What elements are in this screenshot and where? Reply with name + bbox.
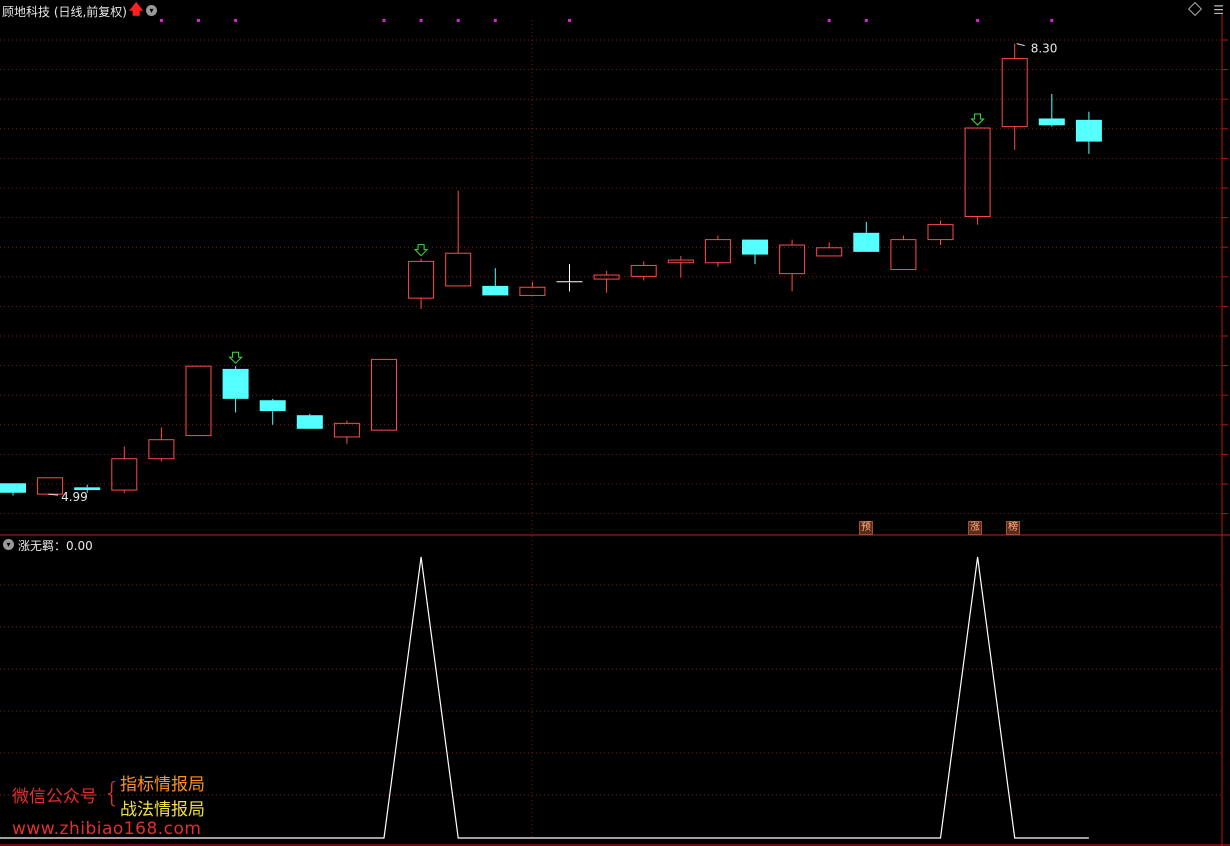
top-marker-dot — [159, 19, 163, 22]
candle-up — [371, 358, 397, 431]
top-marker-dot — [864, 19, 868, 22]
watermark-url: www.zhibiao168.com — [12, 819, 202, 839]
chart-area[interactable]: 8.30 4.99 — [0, 0, 1230, 846]
candle-up — [964, 127, 991, 217]
watermark-wechat-label: 微信公众号 — [12, 787, 97, 807]
signal-arrow-icon — [413, 244, 429, 257]
candle-up — [333, 422, 360, 438]
candle-down — [482, 285, 509, 296]
top-marker-dot — [827, 19, 831, 22]
candle-up — [445, 252, 472, 287]
candle-down — [222, 368, 249, 399]
signal-arrow-icon — [970, 113, 985, 126]
candle-up — [704, 239, 731, 264]
candle-up — [816, 247, 843, 257]
top-marker-dot — [493, 19, 497, 22]
price-label-low: 4.99 — [61, 490, 88, 504]
top-marker-dot — [1050, 19, 1054, 22]
red-up-arrow-icon[interactable]: 🡅 — [129, 3, 143, 17]
high-pointer — [1016, 43, 1025, 47]
event-tag-yu[interactable]: 预 — [859, 521, 873, 535]
candle-up — [111, 458, 138, 491]
candle-up — [927, 224, 954, 241]
candle-up — [519, 286, 546, 296]
top-marker-dot — [382, 19, 386, 22]
candle-up — [408, 260, 435, 299]
diamond-icon[interactable] — [1187, 1, 1203, 17]
candle-down — [742, 239, 768, 255]
event-tag-bang[interactable]: 榜 — [1006, 521, 1020, 535]
watermark-account-1: 指标情报局 — [120, 775, 205, 795]
candle-up — [148, 439, 175, 460]
stock-title: 顾地科技 (日线,前复权) — [2, 5, 127, 19]
indicator-collapse-icon[interactable]: ▾ — [3, 539, 14, 550]
top-marker-dot — [234, 19, 238, 22]
candle-down — [259, 400, 286, 412]
signal-arrow-icon — [228, 351, 243, 364]
indicator-title: 涨无羁：0.00 — [18, 539, 93, 553]
candle-down — [74, 487, 101, 491]
candle-up — [185, 365, 212, 437]
event-tag-zhang[interactable]: 涨 — [968, 521, 982, 535]
candle-down — [296, 415, 323, 429]
candle-up — [37, 477, 64, 495]
candle-up — [667, 259, 694, 264]
candle-up — [1001, 58, 1028, 128]
chevron-down-icon[interactable]: ▾ — [146, 5, 157, 16]
candle-up — [630, 264, 657, 277]
top-marker-dot — [456, 19, 460, 22]
candle-up — [779, 244, 806, 275]
menu-icon[interactable]: ☰ — [1213, 4, 1224, 16]
candle-down — [853, 232, 880, 252]
watermark-brace: { — [103, 776, 121, 809]
candle-down — [1075, 119, 1102, 142]
top-marker-dot — [568, 19, 571, 22]
candle-down — [1038, 118, 1065, 126]
candle-up — [890, 239, 917, 271]
candle-up — [593, 274, 620, 280]
top-marker-dot — [976, 19, 980, 22]
top-marker-dot — [419, 19, 423, 22]
top-marker-dot — [197, 19, 200, 22]
watermark-account-2: 战法情报局 — [120, 800, 205, 820]
price-label-high: 8.30 — [1031, 42, 1058, 56]
candle-down — [0, 483, 26, 493]
low-pointer — [48, 493, 59, 496]
